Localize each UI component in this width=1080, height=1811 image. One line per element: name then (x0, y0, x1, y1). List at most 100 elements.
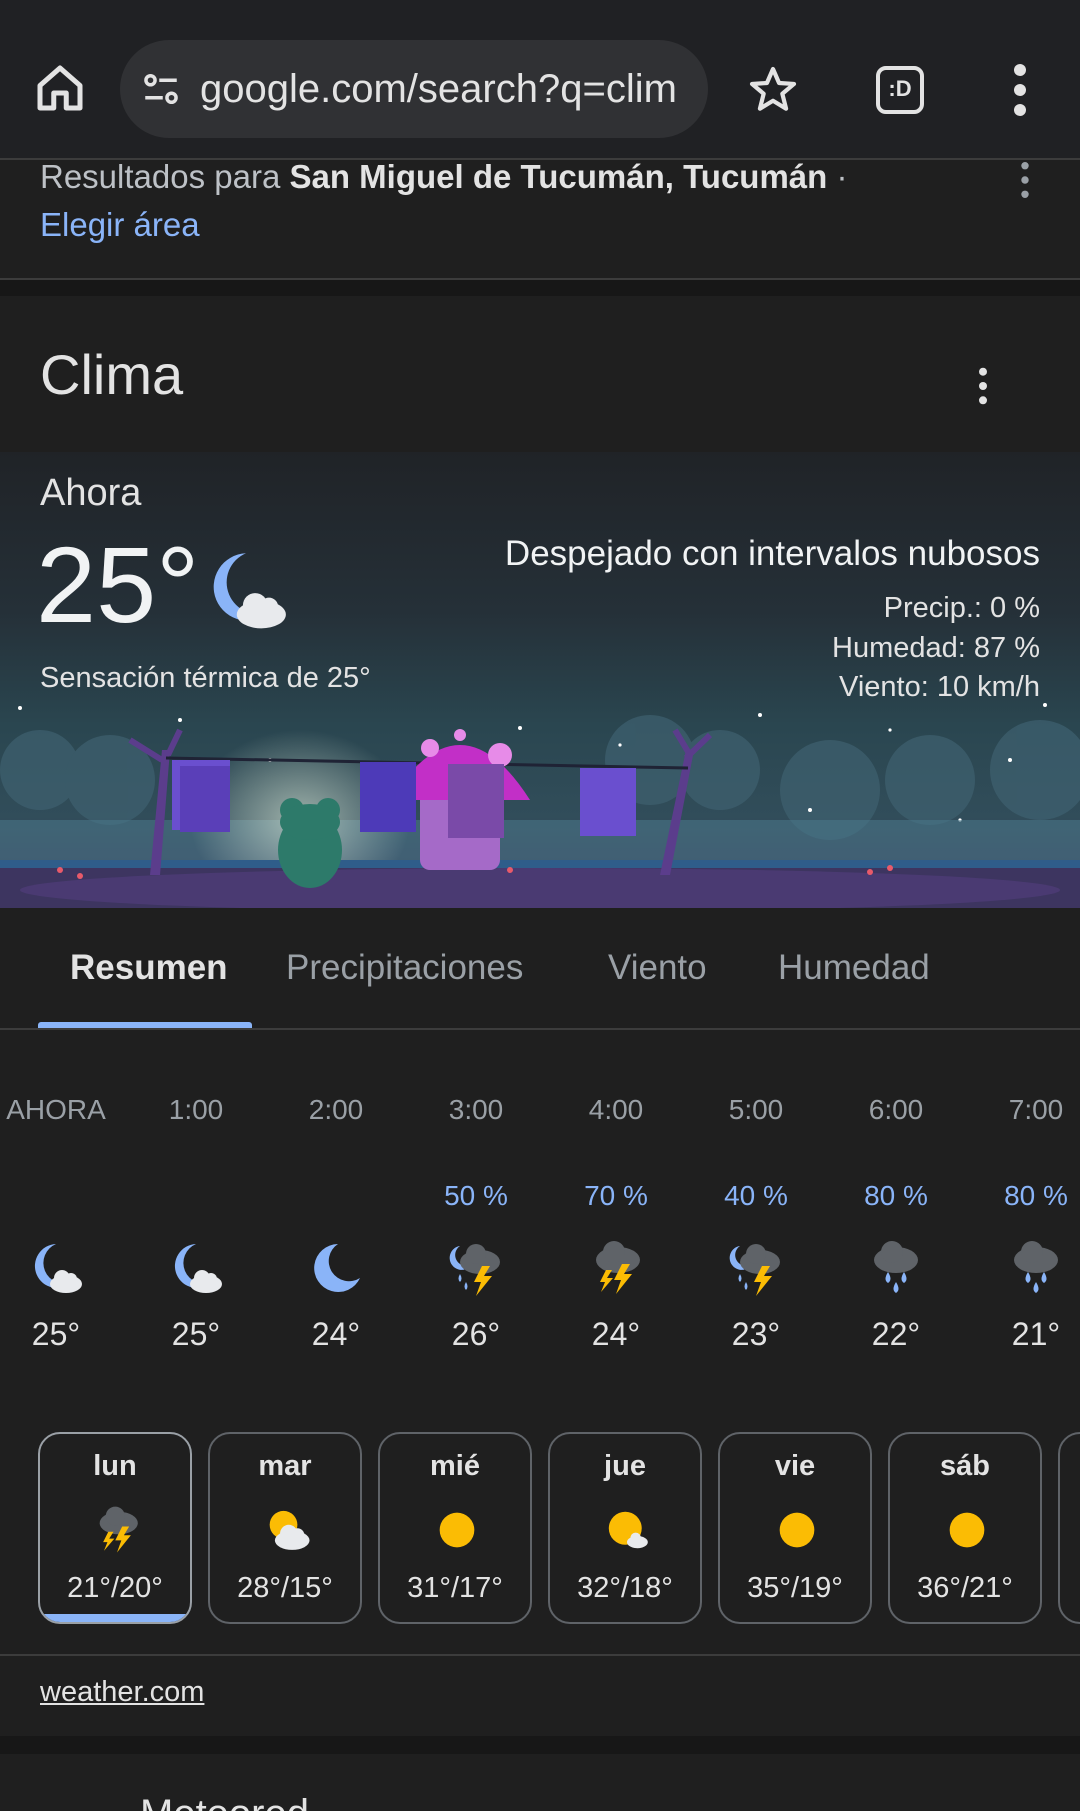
hour-time: 6:00 (868, 1094, 924, 1125)
day-name: mar (258, 1450, 312, 1482)
tab-viento[interactable]: Viento (608, 948, 707, 988)
hour-time: 2:00 (308, 1094, 364, 1125)
humidity-text: Humedad: 87 % (832, 632, 1040, 664)
results-location-line: Resultados para San Miguel de Tucumán, T… (40, 156, 1000, 198)
source-link[interactable]: weather.com (40, 1676, 204, 1709)
hour-time: 1:00 (168, 1094, 224, 1125)
hour-temp: 22° (871, 1316, 921, 1352)
tab-switcher-button[interactable]: :D (872, 62, 928, 118)
browser-menu-icon[interactable] (1000, 62, 1040, 118)
feels-like: Sensación térmica de 25° (40, 662, 371, 694)
results-suffix: · (827, 158, 848, 195)
hour-forecast[interactable]: 7:00 80 % 21° (976, 1080, 1080, 1370)
now-label: Ahora (40, 472, 142, 514)
day-temps: 36°/21° (917, 1572, 1013, 1604)
hour-temp: 21° (1011, 1316, 1061, 1352)
weather-title: Clima (40, 343, 184, 406)
tab-switcher-label: :D (888, 76, 912, 101)
moon-cloud-icon (213, 553, 286, 629)
hour-forecast[interactable]: 5:00 40 % 23° (696, 1080, 816, 1370)
day-card-partial[interactable] (1058, 1432, 1080, 1624)
hour-precip-prob: 70 % (584, 1180, 648, 1211)
next-result-title[interactable]: Meteored (140, 1792, 309, 1811)
bookmark-star-icon[interactable] (745, 62, 801, 118)
day-name: lun (93, 1450, 137, 1482)
selected-day-indicator (40, 1614, 190, 1622)
thunderstorm-icon (99, 1506, 138, 1553)
current-temperature: 25° (36, 524, 200, 645)
day-name: sáb (940, 1450, 990, 1482)
sun-icon (439, 1512, 475, 1548)
hour-time: 3:00 (448, 1094, 504, 1125)
moon-icon (314, 1244, 360, 1292)
day-temps: 21°/20° (67, 1572, 163, 1604)
browser-toolbar: google.com/search?q=clim :D (0, 0, 1080, 160)
section-gap (0, 1736, 1080, 1754)
night-thunderstorm-icon (449, 1244, 500, 1296)
hour-forecast[interactable]: 2:00 24° (276, 1080, 396, 1370)
day-card-jue[interactable]: jue 32°/18° (548, 1432, 702, 1624)
hour-precip-prob: 80 % (1004, 1180, 1068, 1211)
day-temps: 32°/18° (577, 1572, 673, 1604)
tab-humedad[interactable]: Humedad (778, 948, 930, 988)
results-prefix: Resultados para (40, 158, 290, 195)
day-card-lun[interactable]: lun 21°/20° (38, 1432, 192, 1624)
night-thunderstorm-icon (729, 1244, 780, 1296)
weather-hero: Ahora 25° Sensación térmica de 25° Despe… (0, 452, 1080, 908)
results-location: San Miguel de Tucumán, Tucumán (289, 158, 828, 195)
tab-precipitaciones[interactable]: Precipitaciones (286, 948, 523, 988)
hour-precip-prob: 40 % (724, 1180, 788, 1211)
moon-cloud-icon (34, 1244, 82, 1293)
rain-icon (1014, 1241, 1058, 1293)
divider (0, 1654, 1080, 1656)
condition-text: Despejado con intervalos nubosos (504, 534, 1040, 573)
results-menu-icon[interactable] (1010, 160, 1040, 200)
hour-temp: 25° (31, 1316, 81, 1352)
choose-area-link[interactable]: Elegir área (40, 206, 200, 244)
day-temps: 31°/17° (407, 1572, 503, 1604)
day-card-sab[interactable]: sáb 36°/21° (888, 1432, 1042, 1624)
home-icon[interactable] (30, 58, 90, 118)
hour-precip-prob: 80 % (864, 1180, 928, 1211)
sun-icon (779, 1512, 815, 1548)
day-name: vie (774, 1450, 816, 1482)
site-settings-icon[interactable] (140, 68, 182, 110)
day-name: mié (430, 1450, 480, 1482)
hour-forecast[interactable]: 3:00 50 % 26° (416, 1080, 536, 1370)
hour-forecast[interactable]: AHORA 25° (0, 1080, 116, 1370)
precip-text: Precip.: 0 % (883, 592, 1040, 624)
partly-cloudy-icon (269, 1510, 310, 1550)
sun-icon (949, 1512, 985, 1548)
day-card-mar[interactable]: mar 28°/15° (208, 1432, 362, 1624)
tab-resumen[interactable]: Resumen (70, 948, 228, 988)
section-gap (0, 280, 1080, 296)
day-temps: 28°/15° (237, 1572, 333, 1604)
day-card-vie[interactable]: vie 35°/19° (718, 1432, 872, 1624)
hour-time: AHORA (6, 1094, 106, 1125)
day-name: jue (604, 1450, 646, 1482)
hour-time: 4:00 (588, 1094, 644, 1125)
hour-forecast[interactable]: 4:00 70 % 24° (556, 1080, 676, 1370)
night-scene-illustration (0, 703, 1080, 908)
weather-menu-icon[interactable] (968, 366, 998, 406)
url-text: google.com/search?q=clim (200, 67, 677, 111)
day-temps: 35°/19° (747, 1572, 843, 1604)
moon-cloud-icon (174, 1244, 222, 1293)
hour-forecast[interactable]: 6:00 80 % 22° (836, 1080, 956, 1370)
hour-time: 7:00 (1008, 1094, 1064, 1125)
hour-temp: 25° (171, 1316, 221, 1352)
address-bar[interactable]: google.com/search?q=clim (120, 40, 708, 138)
rain-icon (874, 1241, 918, 1293)
hour-precip-prob: 50 % (444, 1180, 508, 1211)
active-tab-indicator (38, 1022, 252, 1028)
hour-temp: 24° (311, 1316, 361, 1352)
weather-tabs: Resumen Precipitaciones Viento Humedad (0, 908, 1080, 1030)
thunderstorm-icon (596, 1241, 640, 1294)
sun-small-cloud-icon (608, 1511, 648, 1549)
day-card-mie[interactable]: mié 31°/17° (378, 1432, 532, 1624)
hour-time: 5:00 (728, 1094, 784, 1125)
hour-temp: 24° (591, 1316, 641, 1352)
hour-forecast[interactable]: 1:00 25° (136, 1080, 256, 1370)
hour-temp: 23° (731, 1316, 781, 1352)
hour-temp: 26° (451, 1316, 501, 1352)
